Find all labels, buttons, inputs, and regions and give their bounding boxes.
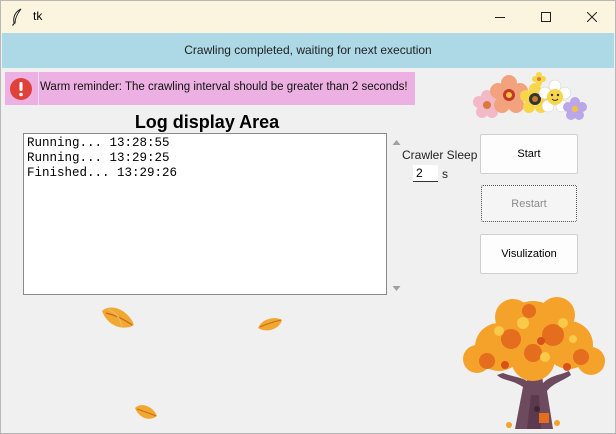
reminder-divider — [38, 72, 39, 105]
app-window: tk Crawling completed, waiting for next … — [0, 0, 616, 434]
status-bar: Crawling completed, waiting for next exe… — [2, 33, 614, 68]
close-icon — [587, 12, 597, 22]
minimize-button[interactable] — [477, 1, 523, 33]
maximize-icon — [541, 12, 551, 22]
window-title: tk — [33, 9, 43, 23]
flowers-image — [473, 72, 587, 120]
reminder-banner: Warm reminder: The crawling interval sho… — [5, 72, 415, 105]
status-text: Crawling completed, waiting for next exe… — [184, 43, 432, 57]
falling-leaf-image — [135, 405, 157, 419]
log-line: Running... 13:29:25 — [27, 151, 170, 165]
close-button[interactable] — [569, 1, 615, 33]
warning-icon — [10, 78, 32, 100]
start-button[interactable]: Start — [480, 134, 578, 174]
reminder-text: Warm reminder: The crawling interval sho… — [40, 81, 408, 93]
falling-leaf-image — [258, 318, 282, 331]
visualization-button[interactable]: Visulization — [480, 234, 578, 274]
sleep-unit-label: s — [442, 167, 448, 181]
restart-button[interactable]: Restart — [481, 185, 577, 222]
falling-leaf-image — [102, 307, 134, 328]
log-title: Log display Area — [134, 112, 280, 132]
scroll-down-arrow-icon[interactable] — [392, 284, 401, 293]
log-line: Finished... 13:29:26 — [27, 166, 178, 180]
title-bar[interactable]: tk — [1, 1, 615, 33]
scroll-up-arrow-icon[interactable] — [392, 138, 401, 147]
log-line: Running... 13:28:55 — [27, 136, 170, 150]
crawler-sleep-input[interactable] — [413, 165, 438, 182]
maximize-button[interactable] — [523, 1, 569, 33]
autumn-tree-image — [463, 297, 605, 429]
minimize-icon — [495, 17, 505, 18]
crawler-sleep-label: Crawler Sleep — [402, 148, 478, 162]
feather-icon — [12, 8, 22, 26]
log-text-area[interactable]: Running... 13:28:55 Running... 13:29:25 … — [23, 133, 387, 295]
